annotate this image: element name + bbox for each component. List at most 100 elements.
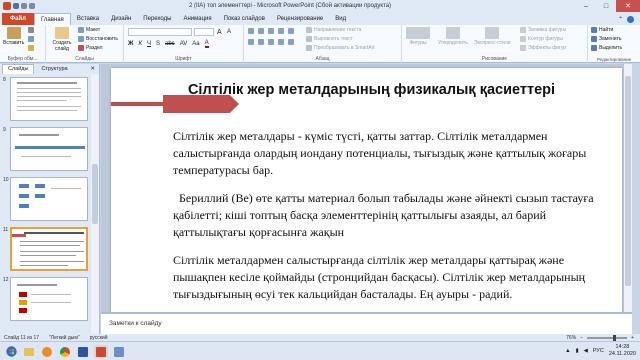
slides-panel-scrollbar[interactable] (91, 74, 99, 334)
tab-outline-panel[interactable]: Структура (36, 65, 72, 74)
arrange-button[interactable]: Упорядочить (438, 27, 468, 46)
decrease-indent-icon[interactable] (268, 28, 274, 34)
tab-home[interactable]: Главная (33, 13, 71, 25)
tab-file[interactable]: Файл (2, 13, 34, 25)
language-indicator[interactable]: РУС (593, 348, 604, 354)
select-button[interactable]: Выделить (591, 45, 622, 51)
slide-thumbnail[interactable] (10, 127, 88, 171)
new-slide-button[interactable]: Создать слайд (49, 27, 75, 52)
zoom-slider-knob[interactable] (613, 334, 617, 341)
taskbar-powerpoint-icon[interactable] (94, 345, 108, 358)
font-name-combo[interactable] (128, 28, 192, 36)
slide-thumbnail-selected[interactable] (10, 227, 88, 271)
tab-animation[interactable]: Анимация (177, 13, 217, 25)
line-spacing-icon[interactable] (288, 28, 294, 34)
spacing-button[interactable]: AV (180, 41, 188, 47)
copy-button[interactable] (28, 36, 34, 42)
minimize-ribbon-icon[interactable]: ⌃ (618, 16, 623, 23)
shape-effects-button[interactable]: Эффекты фигур (520, 45, 566, 51)
increase-indent-icon[interactable] (278, 28, 284, 34)
slide-thumbnail-row[interactable]: 12 (0, 277, 92, 323)
align-center-icon[interactable] (258, 39, 264, 45)
convert-smartart-button[interactable]: Преобразовать в SmartArt (306, 45, 375, 51)
italic-button[interactable]: К (138, 41, 142, 47)
tab-review[interactable]: Рецензирование (271, 13, 329, 25)
tab-view[interactable]: Вид (329, 13, 352, 25)
notes-pane[interactable]: Заметки к слайду (101, 312, 632, 334)
taskbar-app-icon[interactable] (112, 345, 126, 358)
tab-transitions[interactable]: Переходы (137, 13, 177, 25)
zoom-level[interactable]: 76% (566, 335, 576, 341)
minimize-button[interactable]: – (576, 0, 596, 12)
slide-thumbnail[interactable] (10, 77, 88, 121)
bold-button[interactable]: Ж (128, 41, 133, 47)
text-direction-button[interactable]: Направление текста (306, 27, 361, 33)
network-icon[interactable]: ▮ (576, 348, 579, 354)
scrollbar-thumb[interactable] (625, 76, 631, 286)
volume-icon[interactable]: ◀ (584, 348, 588, 354)
language-indicator[interactable]: русский (90, 335, 108, 341)
clock-time: 14:28 (615, 344, 630, 350)
bullets-icon[interactable] (248, 28, 254, 34)
tab-design[interactable]: Дизайн (105, 13, 137, 25)
align-right-icon[interactable] (268, 39, 274, 45)
slide-title[interactable]: Сілтілік жер металдарының физикалық қаси… (141, 82, 602, 98)
taskbar-word-icon[interactable] (76, 345, 90, 358)
font-size-combo[interactable] (194, 28, 214, 36)
quick-styles-button[interactable]: Экспресс-стили (474, 27, 511, 46)
align-text-button[interactable]: Выровнять текст (306, 36, 353, 42)
font-format-buttons: Ж К Ч S abc AV Aa A (128, 40, 209, 48)
slide-canvas[interactable]: Сілтілік жер металдарының физикалық қаси… (111, 68, 622, 312)
layout-button[interactable]: Макет (78, 27, 100, 33)
justify-icon[interactable] (278, 39, 284, 45)
shadow-button[interactable]: S (156, 41, 160, 47)
slide-thumbnail[interactable] (10, 277, 88, 321)
maximize-button[interactable]: □ (596, 0, 616, 12)
strike-button[interactable]: abc (165, 41, 175, 47)
cut-button[interactable] (28, 27, 34, 33)
slide-thumbnail-row-selected[interactable]: 11 (0, 227, 92, 273)
taskbar-media-icon[interactable] (40, 345, 54, 358)
notes-placeholder: Заметки к слайду (109, 320, 162, 327)
slide-paragraph[interactable]: Сілтілік жер металдары - күміс түсті, қа… (173, 128, 603, 179)
help-icon[interactable] (627, 15, 634, 23)
columns-icon[interactable] (288, 39, 294, 45)
slide-paragraph[interactable]: Бериллий (Ве) өте қатты материал болып т… (173, 190, 603, 241)
section-button[interactable]: Раздел (78, 45, 103, 51)
shrink-font-button[interactable]: A (227, 29, 231, 35)
replace-button[interactable]: Заменить (591, 36, 621, 42)
shape-fill-button[interactable]: Заливка фигуры (520, 27, 566, 33)
underline-button[interactable]: Ч (147, 41, 151, 47)
align-left-icon[interactable] (248, 39, 254, 45)
zoom-in-icon[interactable]: + (631, 335, 634, 341)
slide-thumbnail-row[interactable]: 8 (0, 77, 92, 123)
shapes-button[interactable]: Фигуры (406, 27, 430, 46)
start-button[interactable] (4, 345, 18, 358)
slide-thumbnail-row[interactable]: 10 (0, 177, 92, 223)
tab-slides-panel[interactable]: Слайды (2, 64, 35, 74)
numbering-icon[interactable] (258, 28, 264, 34)
tab-slideshow[interactable]: Показ слайдов (218, 13, 271, 25)
font-color-button[interactable]: A (204, 40, 209, 48)
clock[interactable]: 14:28 24.11.2020 (609, 344, 636, 358)
format-painter-button[interactable] (28, 45, 34, 51)
slide-paragraph[interactable]: Сілтілік металдармен салыстырғанда сілті… (173, 252, 603, 303)
tab-insert[interactable]: Вставка (71, 13, 105, 25)
scrollbar-thumb[interactable] (92, 164, 98, 224)
close-panel-icon[interactable]: ✕ (90, 66, 95, 72)
case-button[interactable]: Aa (192, 41, 199, 47)
tray-arrow-icon[interactable]: ▲ (565, 348, 570, 354)
slide-scrollbar[interactable] (624, 64, 632, 312)
shape-outline-button[interactable]: Контур фигуры (520, 36, 563, 42)
zoom-out-icon[interactable]: − (580, 335, 583, 341)
close-button[interactable]: ✕ (616, 0, 640, 12)
zoom-slider[interactable] (587, 334, 628, 341)
reset-button[interactable]: Восстановить (78, 36, 118, 42)
find-button[interactable]: Найти (591, 27, 613, 33)
taskbar-chrome-icon[interactable] (58, 345, 72, 358)
grow-font-button[interactable]: A (217, 29, 222, 36)
paste-button[interactable]: Вставить (3, 27, 24, 46)
slide-thumbnail[interactable] (10, 177, 88, 221)
taskbar-explorer-icon[interactable] (22, 345, 36, 358)
slide-thumbnail-row[interactable]: 9 (0, 127, 92, 173)
